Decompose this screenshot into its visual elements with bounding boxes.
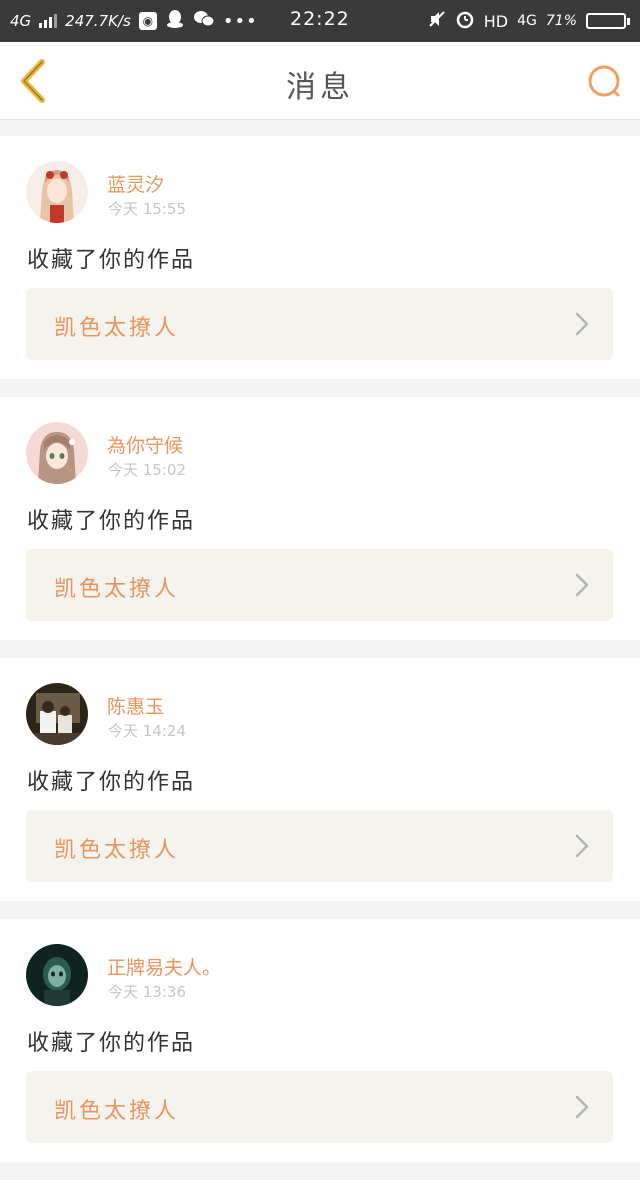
wechat-icon [193, 9, 215, 33]
search-icon[interactable] [584, 62, 626, 104]
work-link[interactable]: 凯色太撩人 [26, 549, 613, 621]
message-text: 收藏了你的作品 [27, 509, 196, 534]
work-link[interactable]: 凯色太撩人 [26, 1071, 613, 1143]
status-left: 4G 247.7K/s ◉ ••• [10, 9, 258, 33]
status-right: HD 4G 71% [428, 9, 630, 33]
status-bar: 4G 247.7K/s ◉ ••• 22:22 HD 4G 71% [0, 0, 640, 42]
list-item: 陈惠玉 今天 14:24 收藏了你的作品 凯色太撩人 [0, 658, 640, 901]
page-title: 消息 [286, 70, 354, 105]
work-title: 凯色太撩人 [54, 316, 180, 341]
battery-percent: 71% [545, 13, 577, 29]
work-title: 凯色太撩人 [54, 577, 180, 602]
chevron-right-icon [575, 1095, 589, 1119]
battery-icon [586, 13, 630, 29]
alarm-icon [455, 9, 475, 33]
message-text: 收藏了你的作品 [27, 1031, 196, 1056]
network-type-left: 4G [10, 12, 32, 30]
list-item: 正牌易夫人。 今天 13:36 收藏了你的作品 凯色太撩人 [0, 919, 640, 1162]
work-link[interactable]: 凯色太撩人 [26, 288, 613, 360]
user-name[interactable]: 蓝灵汐 [107, 170, 164, 197]
qq-icon [165, 9, 185, 33]
work-title: 凯色太撩人 [54, 838, 180, 863]
message-time: 今天 13:36 [108, 983, 186, 1001]
clock: 22:22 [290, 8, 350, 30]
message-text: 收藏了你的作品 [27, 248, 196, 273]
nav-bar: 消息 [0, 42, 640, 120]
message-time: 今天 15:02 [108, 461, 186, 479]
list-item: 為你守候 今天 15:02 收藏了你的作品 凯色太撩人 [0, 397, 640, 640]
avatar[interactable] [26, 683, 88, 745]
user-name[interactable]: 陈惠玉 [107, 692, 164, 719]
more-dots-icon: ••• [222, 10, 258, 32]
message-time: 今天 15:55 [108, 200, 186, 218]
avatar[interactable] [26, 161, 88, 223]
chevron-right-icon [575, 573, 589, 597]
work-link[interactable]: 凯色太撩人 [26, 810, 613, 882]
message-text: 收藏了你的作品 [27, 770, 196, 795]
hd-label: HD [483, 11, 509, 31]
signal-icon [39, 14, 58, 28]
network-type-right: 4G [517, 13, 537, 29]
avatar[interactable] [26, 944, 88, 1006]
work-title: 凯色太撩人 [54, 1099, 180, 1124]
message-time: 今天 14:24 [108, 722, 186, 740]
avatar[interactable] [26, 422, 88, 484]
chevron-right-icon [575, 312, 589, 336]
user-name[interactable]: 正牌易夫人。 [107, 953, 221, 980]
list-item: 蓝灵汐 今天 15:55 收藏了你的作品 凯色太撩人 [0, 136, 640, 379]
chevron-right-icon [575, 834, 589, 858]
mute-icon [428, 10, 446, 32]
message-list: 蓝灵汐 今天 15:55 收藏了你的作品 凯色太撩人 為你守候 今天 15:02… [0, 136, 640, 1180]
network-speed: 247.7K/s [65, 12, 131, 30]
user-name[interactable]: 為你守候 [107, 431, 183, 458]
browser-icon: ◉ [138, 12, 157, 30]
